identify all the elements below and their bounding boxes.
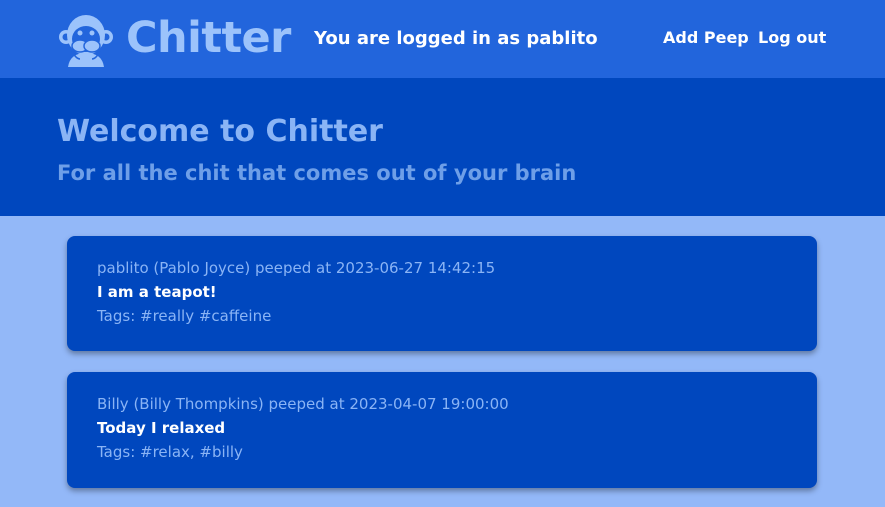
top-navigation-bar: Chitter You are logged in as pablito Add… bbox=[0, 0, 885, 78]
peep-meta: Billy (Billy Thompkins) peeped at 2023-0… bbox=[97, 395, 509, 413]
peep-card: pablito (Pablo Joyce) peeped at 2023-06-… bbox=[67, 236, 817, 351]
add-peep-link[interactable]: Add Peep bbox=[663, 26, 749, 50]
peep-meta: pablito (Pablo Joyce) peeped at 2023-06-… bbox=[97, 259, 496, 277]
brand-name[interactable]: Chitter bbox=[126, 10, 291, 66]
logged-in-status: You are logged in as pablito bbox=[314, 28, 598, 49]
peep-tags: Tags: #relax, #billy bbox=[97, 443, 243, 461]
peep-card: Billy (Billy Thompkins) peeped at 2023-0… bbox=[67, 372, 817, 488]
see-no-evil-monkey-icon[interactable] bbox=[58, 11, 114, 67]
peep-message: Today I relaxed bbox=[97, 419, 226, 437]
page-title: Welcome to Chitter bbox=[57, 114, 383, 149]
peep-message: I am a teapot! bbox=[97, 283, 217, 301]
page-subtitle: For all the chit that comes out of your … bbox=[57, 161, 577, 185]
log-out-link[interactable]: Log out bbox=[758, 26, 826, 50]
peep-tags: Tags: #really #caffeine bbox=[97, 307, 272, 325]
welcome-banner: Welcome to Chitter For all the chit that… bbox=[0, 78, 885, 216]
